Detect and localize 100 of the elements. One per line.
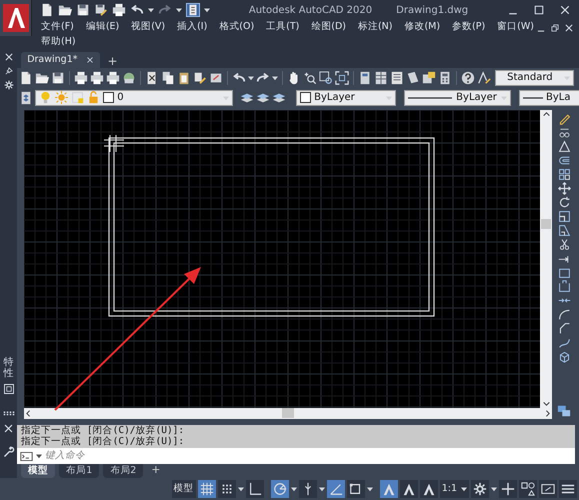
autoscale-figure-toggle[interactable]	[400, 480, 418, 498]
copy-icon[interactable]	[160, 70, 175, 85]
brush-icon[interactable]	[192, 70, 207, 85]
layout-tab[interactable]: 模型	[21, 464, 56, 478]
menu-item[interactable]: 帮助(H)	[40, 35, 77, 50]
rotate-icon[interactable]	[558, 196, 571, 209]
pencil-icon[interactable]	[558, 112, 571, 125]
caret-icon[interactable]	[238, 486, 244, 492]
color-dropdown[interactable]: ByLayer	[296, 90, 396, 106]
menu-item[interactable]: 修改(M)	[403, 20, 442, 35]
workspace-settings-button[interactable]	[471, 480, 489, 498]
plot-icon[interactable]	[106, 70, 120, 85]
break-point-icon[interactable]	[558, 280, 571, 293]
clean-screen-button[interactable]	[539, 480, 557, 498]
annotation-scale-button[interactable]: 1:1	[440, 480, 469, 498]
annotation-figure-toggle[interactable]	[380, 480, 398, 498]
isolate-button[interactable]	[519, 480, 537, 498]
block-icon[interactable]	[208, 70, 223, 85]
document-tab[interactable]: Drawing1*	[21, 52, 100, 68]
open-folder-icon[interactable]	[35, 70, 50, 85]
sheets-icon[interactable]	[406, 70, 420, 85]
tool-palette-icon[interactable]	[390, 70, 404, 85]
linetype-dropdown[interactable]: ByLayer	[404, 90, 512, 106]
menu-item[interactable]: 参数(P)	[451, 20, 486, 35]
customize-wrench-icon[interactable]	[2, 446, 15, 458]
workspace-icon[interactable]	[186, 3, 200, 17]
restore-icon[interactable]	[550, 22, 560, 32]
menu-item[interactable]: 窗口(W)	[496, 20, 535, 35]
move-arrows-icon[interactable]	[558, 182, 571, 195]
new-tab-button[interactable]: +	[104, 54, 122, 68]
grid-toggle[interactable]	[198, 480, 216, 498]
menu-item[interactable]: 格式(O)	[218, 20, 256, 35]
save-icon[interactable]	[51, 70, 66, 85]
print-icon[interactable]	[112, 3, 126, 17]
menu-item[interactable]: 工具(T)	[265, 20, 300, 35]
caret-icon[interactable]	[36, 453, 42, 460]
caret-icon[interactable]	[272, 74, 278, 81]
plus-button[interactable]	[499, 480, 517, 498]
close-icon[interactable]	[564, 22, 574, 32]
caret-icon[interactable]	[366, 486, 373, 492]
tracking-toggle[interactable]	[298, 480, 317, 498]
zoom-extents-icon[interactable]	[334, 70, 349, 85]
caret-icon[interactable]	[148, 7, 154, 13]
save-icon[interactable]	[76, 3, 90, 17]
caret-icon[interactable]	[461, 486, 467, 492]
triangle-icon[interactable]	[558, 140, 571, 153]
lineweight-dropdown[interactable]: ByLa	[518, 90, 579, 106]
chamfer-icon[interactable]	[558, 322, 571, 335]
squares-icon[interactable]	[558, 168, 571, 181]
maximize-icon[interactable]	[533, 4, 545, 16]
menu-item[interactable]: 插入(I)	[176, 20, 208, 35]
menu-item[interactable]: 视图(V)	[130, 20, 166, 35]
stretch-icon[interactable]	[558, 224, 571, 237]
properties-icon[interactable]	[358, 70, 372, 85]
polar-toggle[interactable]	[270, 480, 289, 498]
explode-cube-icon[interactable]	[558, 350, 571, 363]
rectangle-drawing[interactable]	[108, 137, 435, 316]
close-icon[interactable]	[4, 52, 14, 62]
layout-tab[interactable]: 布局2	[103, 464, 144, 478]
scale-square-icon[interactable]	[558, 210, 571, 223]
help-icon[interactable]	[460, 70, 475, 85]
text-style-pen-icon[interactable]	[476, 70, 491, 85]
vertical-scrollbar[interactable]	[540, 110, 552, 408]
open-folder-icon[interactable]	[58, 3, 72, 17]
text-style-dropdown[interactable]: Standard	[494, 70, 574, 86]
fillet-icon[interactable]	[558, 308, 571, 321]
pin-icon[interactable]	[4, 66, 14, 76]
new-file-icon[interactable]	[40, 3, 54, 17]
close-icon[interactable]	[3, 423, 14, 434]
caret-icon[interactable]	[204, 7, 210, 13]
caret-icon[interactable]	[290, 486, 297, 492]
ortho-toggle[interactable]	[246, 480, 264, 498]
zoom-window-icon[interactable]	[318, 70, 333, 85]
menu-item[interactable]: 文件(F)	[40, 20, 75, 35]
horizontal-scrollbar[interactable]	[24, 408, 552, 419]
paste-icon[interactable]	[176, 70, 191, 85]
angle-toggle[interactable]	[326, 480, 345, 498]
print-icon[interactable]	[74, 70, 88, 85]
panel-icon[interactable]	[2, 383, 15, 395]
menu-item[interactable]: 标注(N)	[356, 20, 394, 35]
layout-tab[interactable]: 布局1	[59, 464, 100, 478]
snap-dots-toggle[interactable]	[218, 480, 236, 498]
layer-dropdown[interactable]: 0	[35, 90, 233, 106]
layer-previous-icon[interactable]	[272, 90, 286, 105]
app-logo-icon[interactable]	[2, 4, 28, 32]
new-layout-button[interactable]: +	[147, 464, 165, 476]
annotation-scale-figure-toggle[interactable]	[420, 480, 438, 498]
object-snap-toggle[interactable]	[346, 480, 365, 498]
windows-icon[interactable]	[557, 404, 572, 418]
caret-icon[interactable]	[176, 7, 182, 13]
menu-item[interactable]: 绘图(D)	[310, 20, 348, 35]
customize-button[interactable]	[559, 480, 577, 498]
caret-icon[interactable]	[248, 74, 254, 81]
close-icon[interactable]	[559, 4, 571, 16]
new-file-icon[interactable]	[19, 70, 34, 85]
caret-icon[interactable]	[318, 486, 325, 492]
scissors-icon[interactable]	[558, 238, 571, 251]
settings-icon[interactable]	[4, 80, 14, 90]
design-center-icon[interactable]	[374, 70, 388, 85]
scroll-thumb[interactable]	[282, 408, 294, 418]
